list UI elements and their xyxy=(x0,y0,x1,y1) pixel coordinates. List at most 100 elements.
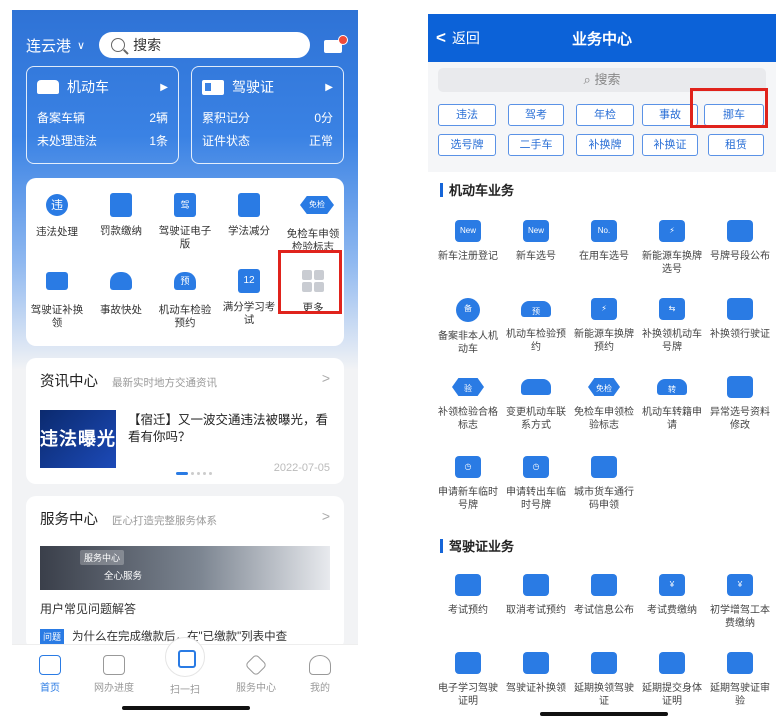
service-label: 备案非本人机动车 xyxy=(438,331,498,355)
page-title: 业务中心 xyxy=(571,31,632,48)
yen-list-icon: ¥ xyxy=(727,574,753,596)
service-label: 异常选号资料修改 xyxy=(710,407,770,431)
service-abnormal-number-edit[interactable]: 异常选号资料修改 xyxy=(706,376,774,432)
service-exam-fee[interactable]: ¥ 考试费缴纳 xyxy=(638,574,706,617)
chevron-right-icon[interactable]: > xyxy=(322,370,330,386)
tab-mine[interactable]: 我的 xyxy=(290,655,350,694)
city-label: 连云港 xyxy=(26,37,72,55)
service-exam-info[interactable]: 考试信息公布 xyxy=(570,574,638,617)
grid-item-label: 学法减分 xyxy=(228,225,270,237)
chip-rental[interactable]: 租赁 xyxy=(708,134,764,156)
grid-item-license-replace[interactable]: 驾驶证补换领 xyxy=(26,268,88,330)
bulletin-icon xyxy=(591,574,617,596)
temp-plate-icon: ◷ xyxy=(523,456,549,478)
diamond-icon xyxy=(244,653,268,677)
search-input[interactable]: 搜索 xyxy=(99,32,310,58)
service-new-car-number[interactable]: New 新车选号 xyxy=(502,220,570,263)
chip-replace-license[interactable]: 补换证 xyxy=(642,134,698,156)
permit-icon xyxy=(727,298,753,320)
service-replace-driving-permit[interactable]: 补换领行驶证 xyxy=(706,298,774,341)
plate-number-icon: No. xyxy=(591,220,617,242)
inspection-booking-icon: 预 xyxy=(521,301,551,317)
section-bar xyxy=(440,182,443,197)
message-icon[interactable] xyxy=(324,35,348,53)
chip-plate-select[interactable]: 选号牌 xyxy=(438,134,496,156)
service-outbound-temp-plate[interactable]: ◷ 申请转出车临时号牌 xyxy=(502,456,570,512)
service-label: 新能源车换牌选号 xyxy=(642,251,702,275)
service-inspection-booking[interactable]: 预机动车检验预约 xyxy=(502,298,570,354)
faq-title: 用户常见问题解答 xyxy=(40,602,137,616)
service-license-renew-delay[interactable]: 延期换领驾驶证 xyxy=(570,652,638,708)
section-title: 驾驶证业务 xyxy=(449,539,515,554)
exempt-inspection-icon: 免检 xyxy=(300,196,334,214)
chip-used-car[interactable]: 二手车 xyxy=(508,134,564,156)
service-plate-range[interactable]: 号牌号段公布 xyxy=(706,220,774,263)
service-center: 服务中心 匠心打造完整服务体系 > 服务中心 全心服务 用户常见问题解答 问题为… xyxy=(26,496,344,650)
card-row-value: 正常 xyxy=(308,134,333,148)
service-new-car-temp-plate[interactable]: ◷ 申请新车临时号牌 xyxy=(434,456,502,512)
grid-item-label: 满分学习考试 xyxy=(222,301,276,326)
service-health-cert-delay[interactable]: 延期提交身体证明 xyxy=(638,652,706,708)
grid-item-violation[interactable]: 违 违法处理 xyxy=(26,192,88,239)
service-replace-plate[interactable]: ⇆ 补换领机动车号牌 xyxy=(638,298,706,354)
service-cancel-exam[interactable]: 取消考试预约 xyxy=(502,574,570,617)
chip-replace-plate[interactable]: 补换牌 xyxy=(576,134,634,156)
grid-item-exempt-inspection[interactable]: 免检 免检车申领检验标志 xyxy=(282,192,344,254)
service-banner[interactable]: 服务中心 全心服务 xyxy=(40,546,330,590)
tab-home[interactable]: 首页 xyxy=(20,655,80,694)
service-label: 城市货车通行码申领 xyxy=(574,487,634,511)
grid-item-study-deduct[interactable]: 学法减分 xyxy=(218,192,280,238)
license-card[interactable]: 驾驶证 ▶ 累积记分 0分 证件状态 正常 xyxy=(191,66,344,164)
summary-cards: 机动车 ▶ 备案车辆 2辆 未处理违法 1条 驾驶证 ▶ 累积记分 0分 证件状态 正常 xyxy=(26,66,344,164)
service-learner-fee[interactable]: ¥ 初学增驾工本费缴纳 xyxy=(706,574,774,630)
search-placeholder: 搜索 xyxy=(594,72,621,87)
new-badge-icon: New xyxy=(523,220,549,242)
inspection-mark-icon: 验 xyxy=(452,378,484,396)
scan-icon xyxy=(165,637,205,677)
tab-label: 网办进度 xyxy=(94,683,134,694)
service-ev-plate-booking[interactable]: ⚡ 新能源车换牌预约 xyxy=(570,298,638,354)
service-used-car-number[interactable]: No. 在用车选号 xyxy=(570,220,638,263)
service-register-others-vehicle[interactable]: 备备案非本人机动车 xyxy=(434,298,502,356)
grid-item-fine-payment[interactable]: 罚款缴纳 xyxy=(90,192,152,238)
news-thumbnail[interactable]: 违法曝光 xyxy=(40,410,116,468)
service-exempt-inspection[interactable]: 免检 免检车申领检验标志 xyxy=(570,376,638,432)
highlight-box xyxy=(690,88,768,128)
calendar-icon xyxy=(455,574,481,596)
chevron-right-icon[interactable]: > xyxy=(322,508,330,524)
grid-item-e-license[interactable]: 驾 驾驶证电子版 xyxy=(154,192,216,251)
carousel-indicator xyxy=(176,472,212,475)
tab-progress[interactable]: 网办进度 xyxy=(84,655,144,694)
service-new-car-register[interactable]: New 新车注册登记 xyxy=(434,220,502,263)
service-label: 机动车检验预约 xyxy=(506,329,566,353)
service-label: 补换领行驶证 xyxy=(710,329,770,340)
tab-scan[interactable]: 扫一扫 xyxy=(155,637,215,696)
tab-service-center[interactable]: 服务中心 xyxy=(226,653,286,694)
service-license-review-delay[interactable]: 延期驾驶证审验 xyxy=(706,652,774,708)
news-headline[interactable]: 【宿迁】又一波交通违法被曝光，看看有你吗？ xyxy=(128,412,334,446)
chip-violation[interactable]: 违法 xyxy=(438,104,496,126)
card-row-label: 证件状态 xyxy=(202,134,251,148)
grid-item-accident[interactable]: 事故快处 xyxy=(90,268,152,317)
business-center-screen: < 返回 业务中心 ⌕ 搜索 违法 驾考 年检 事故 挪车 选号牌 二手车 补换… xyxy=(428,14,776,718)
swap-plate-icon: ⇆ xyxy=(659,298,685,320)
service-e-learning-permit[interactable]: 电子学习驾驶证明 xyxy=(434,652,502,708)
service-vehicle-transfer[interactable]: 转机动车转籍申请 xyxy=(638,376,706,432)
service-exam-booking[interactable]: 考试预约 xyxy=(434,574,502,617)
service-truck-pass[interactable]: 城市货车通行码申领 xyxy=(570,456,638,512)
chip-driving-test[interactable]: 驾考 xyxy=(508,104,564,126)
service-ev-plate-select[interactable]: ⚡ 新能源车换牌选号 xyxy=(638,220,706,276)
service-change-contact[interactable]: 变更机动车联系方式 xyxy=(502,376,570,432)
search-icon: ⌕ xyxy=(583,72,591,87)
service-license-replace[interactable]: 驾驶证补换领 xyxy=(502,652,570,695)
vehicle-card[interactable]: 机动车 ▶ 备案车辆 2辆 未处理违法 1条 xyxy=(26,66,179,164)
grid-item-full-score-exam[interactable]: 12 满分学习考试 xyxy=(218,268,280,327)
service-label: 在用车选号 xyxy=(579,251,629,262)
license-replace-icon xyxy=(523,652,549,674)
city-selector[interactable]: 连云港 ∨ xyxy=(26,35,85,56)
grid-item-inspection-booking[interactable]: 预 机动车检验预约 xyxy=(154,268,216,330)
ev-calendar-icon: ⚡ xyxy=(591,298,617,320)
chip-annual-inspection[interactable]: 年检 xyxy=(576,104,634,126)
service-label: 驾驶证补换领 xyxy=(506,683,566,694)
service-inspection-mark[interactable]: 验补领检验合格标志 xyxy=(434,376,502,432)
